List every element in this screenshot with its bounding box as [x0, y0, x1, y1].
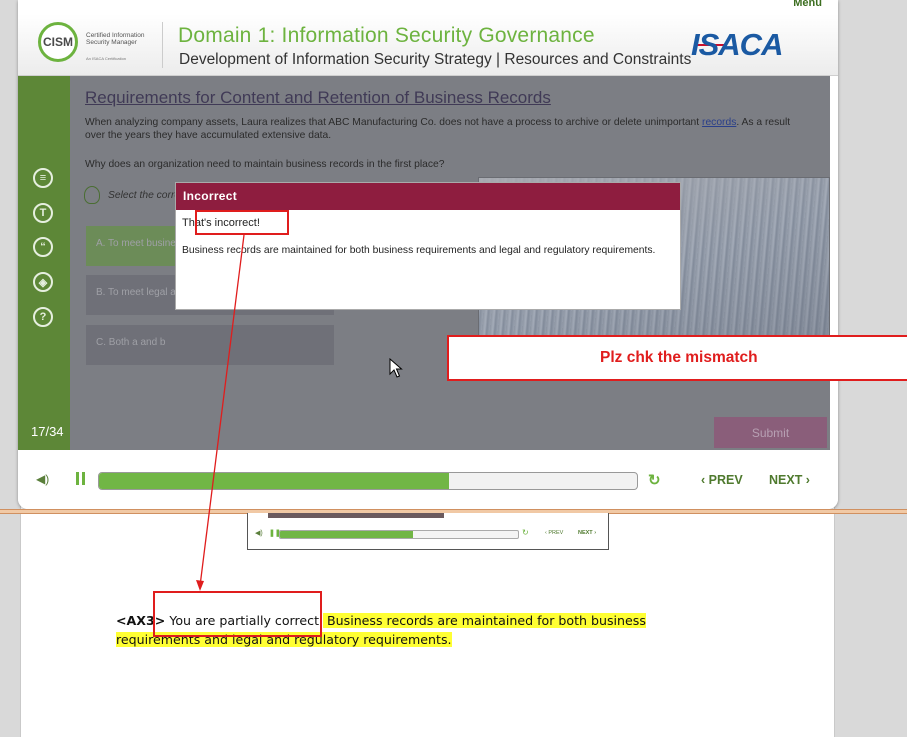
mouse-cursor-icon: [389, 358, 403, 378]
annotation-comment: Plz chk the mismatch: [447, 335, 907, 381]
